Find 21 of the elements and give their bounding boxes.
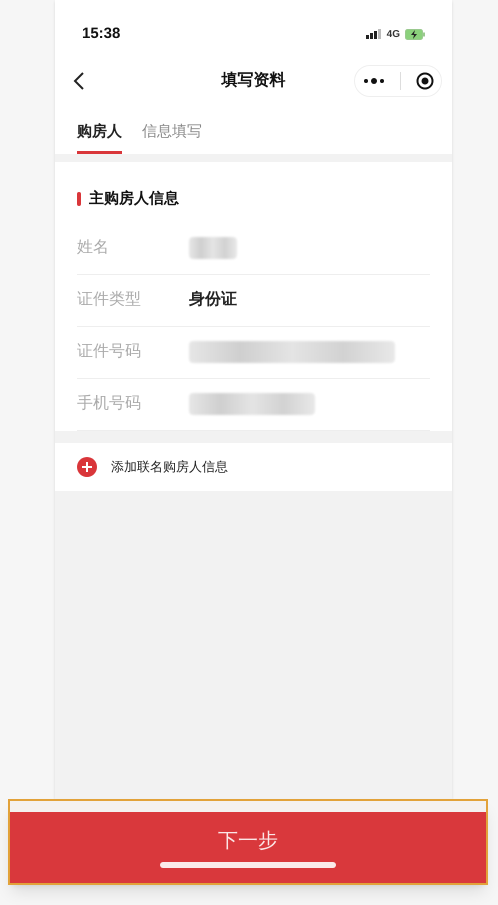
- section-marker: [77, 192, 81, 206]
- field-label: 手机号码: [77, 394, 142, 414]
- tab[interactable]: 购房人: [77, 120, 122, 154]
- field-label: 姓名: [77, 238, 110, 258]
- field-label: 证件号码: [77, 342, 142, 362]
- blurred-value: [189, 237, 237, 259]
- page-title: 填写资料: [222, 70, 286, 91]
- section-title: 主购房人信息: [89, 188, 179, 209]
- field-value: 身份证: [189, 290, 237, 310]
- add-co-buyer-link[interactable]: 添加联名购房人信息: [111, 456, 228, 476]
- status-time: 15:38: [82, 24, 120, 44]
- back-icon[interactable]: [73, 71, 85, 91]
- network-label: 4G: [386, 28, 400, 42]
- add-icon[interactable]: [77, 456, 97, 476]
- field-label: 证件类型: [77, 290, 142, 310]
- tab[interactable]: 信息填写: [142, 120, 202, 154]
- more-icon[interactable]: [362, 78, 384, 84]
- next-button[interactable]: 下一步: [10, 812, 486, 883]
- close-icon[interactable]: [416, 72, 434, 90]
- signal-icon: [366, 29, 382, 39]
- battery-icon: [405, 28, 425, 40]
